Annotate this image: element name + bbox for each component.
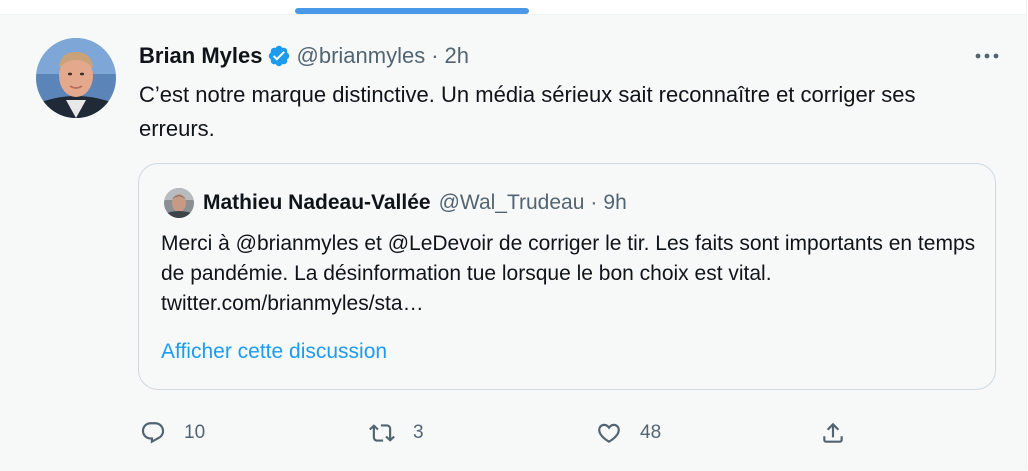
tweet-frame: Brian Myles @brianmyles · 2h C’est notre… — [0, 0, 1027, 471]
retweet-icon — [369, 424, 395, 442]
quoted-author-avatar — [164, 188, 194, 218]
share-button[interactable] — [820, 413, 846, 453]
author-handle[interactable]: @brianmyles — [297, 41, 426, 71]
quoted-author-handle: @Wal_Trudeau — [438, 191, 585, 214]
tweet-text: C’est notre marque distinctive. Un média… — [139, 82, 916, 141]
author-avatar[interactable] — [36, 38, 116, 118]
show-thread-link[interactable]: Afficher cette discussion — [161, 337, 387, 367]
author-display-name[interactable]: Brian Myles — [139, 41, 263, 71]
separator-dot: · — [431, 43, 439, 68]
reply-icon — [141, 422, 165, 444]
like-button[interactable]: 48 — [596, 413, 661, 453]
quoted-tweet[interactable]: Mathieu Nadeau-Vallée @Wal_Trudeau · 9h … — [138, 163, 996, 390]
avatar-photo — [36, 38, 116, 118]
more-horizontal-icon — [975, 53, 999, 59]
heart-icon — [598, 423, 620, 443]
reply-count: 10 — [184, 422, 206, 443]
retweet-button[interactable]: 3 — [369, 413, 424, 453]
quoted-tweet-header: Mathieu Nadeau-Vallée @Wal_Trudeau · 9h — [203, 188, 627, 218]
like-count: 48 — [640, 422, 662, 443]
more-options-button[interactable] — [970, 44, 1004, 68]
retweet-count: 3 — [413, 422, 424, 443]
quoted-avatar-photo — [164, 188, 194, 218]
tweet-actions-bar: 10 3 48 — [0, 413, 1026, 453]
reply-button[interactable]: 10 — [140, 413, 205, 453]
verified-badge-icon — [267, 44, 291, 68]
quoted-tweet-timestamp: 9h — [603, 191, 627, 214]
tweet-timestamp[interactable]: 2h — [445, 41, 469, 71]
quoted-author-display-name: Mathieu Nadeau-Vallée — [203, 191, 431, 214]
tweet-header: Brian Myles @brianmyles · 2h — [139, 41, 469, 71]
quoted-separator-dot: · — [590, 191, 598, 214]
share-icon — [823, 422, 843, 443]
quoted-tweet-text: Merci à @brianmyles et @LeDevoir de corr… — [161, 232, 976, 315]
